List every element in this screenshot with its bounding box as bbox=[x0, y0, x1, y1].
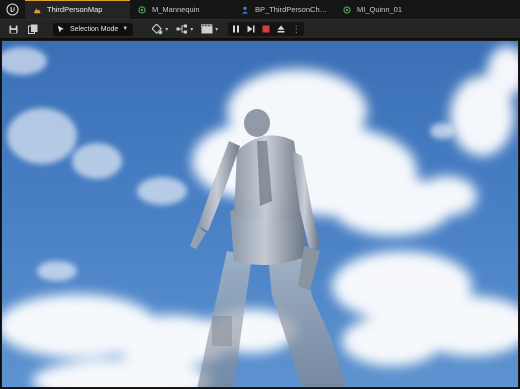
level-icon bbox=[33, 7, 41, 13]
skip-frame-icon[interactable] bbox=[247, 25, 255, 33]
tab-label: MI_Quinn_01 bbox=[357, 5, 403, 14]
eject-icon[interactable] bbox=[277, 25, 285, 33]
pause-icon[interactable] bbox=[232, 25, 240, 33]
add-actor-button[interactable]: ▾ bbox=[152, 23, 169, 35]
tab-label: M_Mannequin bbox=[152, 5, 200, 14]
tab-label: BP_ThirdPersonChara... bbox=[255, 5, 329, 14]
tab-m-mannequin[interactable]: M_Mannequin bbox=[130, 0, 233, 19]
cursor-icon bbox=[57, 25, 64, 33]
blueprint-menu-button[interactable]: ▾ bbox=[176, 24, 193, 34]
chevron-down-icon: ▼ bbox=[122, 26, 129, 32]
save-icon[interactable] bbox=[7, 23, 19, 35]
level-viewport[interactable] bbox=[1, 40, 519, 388]
tab-bp-thirdpersoncharacter[interactable]: BP_ThirdPersonChara... bbox=[233, 0, 335, 19]
tab-label: ThirdPersonMap bbox=[47, 5, 103, 14]
blueprint-icon bbox=[242, 6, 248, 14]
chevron-down-icon: ▾ bbox=[215, 26, 219, 33]
document-tab-bar: ThirdPersonMap M_Mannequin BP_ThirdPerso… bbox=[0, 0, 520, 19]
content-browser-icon[interactable] bbox=[27, 23, 39, 35]
more-options-icon[interactable]: ⋮ bbox=[292, 25, 301, 34]
material-icon bbox=[138, 5, 146, 14]
cinematics-button[interactable]: ▾ bbox=[201, 24, 218, 34]
add-actor-icon bbox=[152, 23, 163, 35]
unreal-logo-icon[interactable] bbox=[0, 0, 25, 19]
viewport-scene bbox=[2, 41, 518, 387]
blueprint-menu-icon bbox=[176, 24, 188, 34]
level-editor-toolbar: Selection Mode ▼ ▾ ▾ ▾ ⋮ bbox=[0, 19, 520, 38]
stop-icon[interactable] bbox=[262, 25, 270, 33]
play-controls: ⋮ bbox=[228, 22, 305, 36]
selection-mode-dropdown[interactable]: Selection Mode ▼ bbox=[53, 22, 134, 36]
cinematics-icon bbox=[201, 24, 213, 34]
material-instance-icon bbox=[343, 5, 351, 14]
chevron-down-icon: ▾ bbox=[165, 26, 169, 33]
tab-thirdpersonmap[interactable]: ThirdPersonMap bbox=[25, 0, 130, 19]
chevron-down-icon: ▾ bbox=[190, 26, 194, 33]
selection-mode-label: Selection Mode bbox=[70, 25, 119, 33]
tab-mi-quinn-01[interactable]: MI_Quinn_01 bbox=[335, 0, 455, 19]
